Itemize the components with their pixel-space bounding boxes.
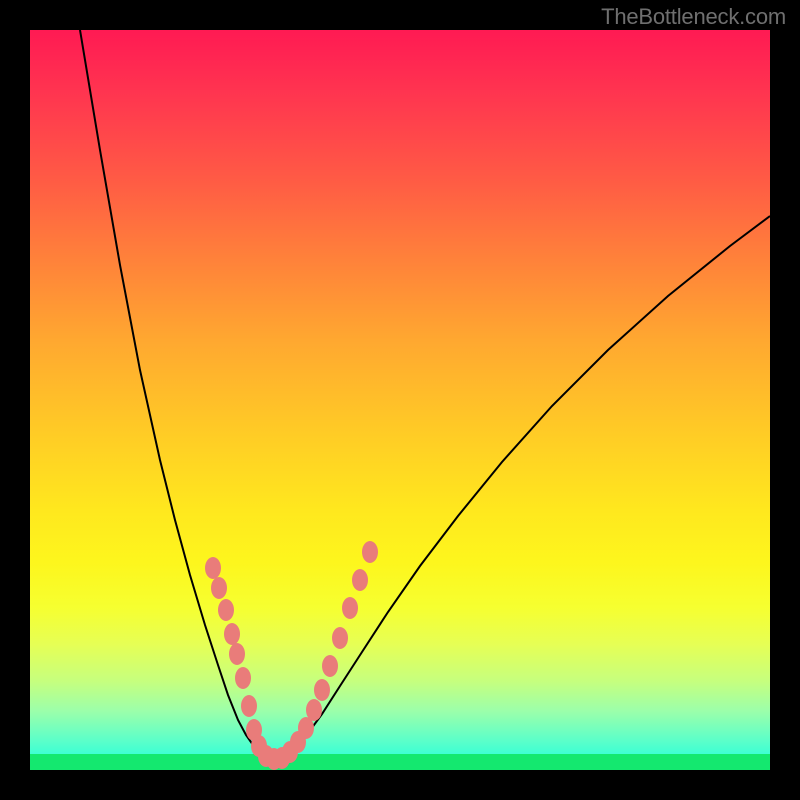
data-dot [218,599,234,621]
data-dot [314,679,330,701]
data-dot [322,655,338,677]
data-dot [235,667,251,689]
data-dot [306,699,322,721]
data-dots [205,541,378,770]
data-dot [205,557,221,579]
chart-overlay [30,30,770,770]
data-dot [241,695,257,717]
watermark-text: TheBottleneck.com [601,4,786,30]
data-dot [362,541,378,563]
data-dot [211,577,227,599]
data-dot [224,623,240,645]
data-dot [229,643,245,665]
data-dot [332,627,348,649]
chart-frame [30,30,770,770]
data-dot [352,569,368,591]
data-dot [342,597,358,619]
curve-right-branch [270,216,770,760]
